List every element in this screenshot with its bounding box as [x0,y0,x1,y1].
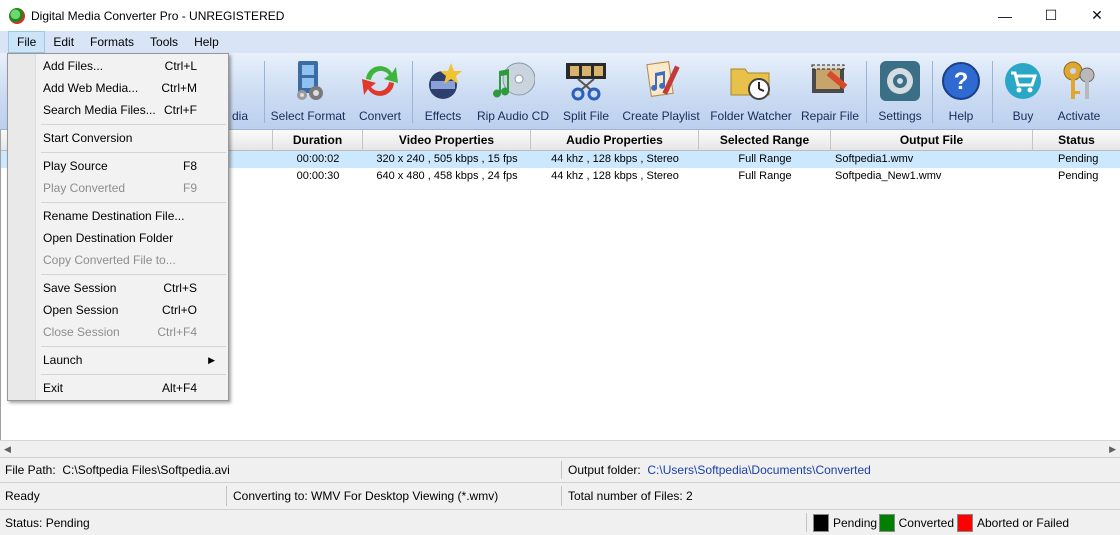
file-path-label: File Path: [5,463,56,477]
converting-to-text: Converting to: WMV For Desktop Viewing (… [233,489,499,503]
total-files-text: Total number of Files: 2 [568,489,693,503]
toolbar-buy-button[interactable]: Buy [1000,57,1046,127]
column-header-output-file[interactable]: Output File [831,130,1033,151]
failed-color-swatch [957,513,973,532]
menu-help[interactable]: Help [186,31,227,53]
menu-exit[interactable]: Exit Alt+F4 [37,377,227,399]
menu-open-session[interactable]: Open Session Ctrl+O [37,299,227,321]
scroll-left-icon[interactable]: ◀ [4,444,11,455]
window-title: Digital Media Converter Pro - UNREGISTER… [31,8,285,23]
toolbar-create-playlist-button[interactable]: Create Playlist [620,57,702,127]
shopping-cart-icon [1005,63,1041,99]
menu-search-media-files[interactable]: Search Media Files... Ctrl+F [37,99,227,121]
keys-icon [1063,61,1095,99]
legend-aborted: Aborted or Failed [952,510,1112,535]
column-header-status[interactable]: Status [1033,130,1120,151]
app-logo-icon [9,7,25,24]
converted-color-swatch [879,513,895,532]
help-question-icon: ? [942,62,980,100]
folder-clock-icon [730,68,770,100]
toolbar-convert-button[interactable]: Convert [352,57,408,127]
cell-output-file: Softpedia1.wmv [835,153,914,165]
ready-text: Ready [5,489,40,503]
menu-rename-destination[interactable]: Rename Destination File... [37,205,227,227]
cell-audio: 44 khz , 128 kbps , Stereo [551,153,679,165]
status-row-paths: File Path: C:\Softpedia Files\Softpedia.… [0,457,1120,482]
toolbar-settings-button[interactable]: Settings [872,57,928,127]
cell-output-file: Softpedia_New1.wmv [835,170,942,182]
close-button[interactable]: ✕ [1074,0,1120,31]
menu-edit[interactable]: Edit [45,31,82,53]
film-gear-icon [297,61,323,100]
cd-music-icon [493,62,535,98]
title-bar: Digital Media Converter Pro - UNREGISTER… [0,0,1120,31]
menu-formats[interactable]: Formats [82,31,142,53]
cell-range: Full Range [738,170,792,182]
pending-color-swatch [813,513,829,532]
menu-tools[interactable]: Tools [142,31,186,53]
output-folder-label: Output folder: [568,463,641,477]
playlist-icon [646,61,680,97]
menu-close-session[interactable]: Close Session Ctrl+F4 [37,321,227,343]
cell-duration: 00:00:30 [296,170,340,182]
menu-save-session[interactable]: Save Session Ctrl+S [37,277,227,299]
legend-converted: Converted [874,510,954,535]
status-text: Status: Pending [5,515,90,530]
cell-video: 320 x 240 , 505 kbps , 15 fps [376,153,518,165]
legend-pending: Pending [808,510,878,535]
toolbar-folder-watcher-button[interactable]: Folder Watcher [706,57,796,127]
convert-arrows-icon [362,66,398,96]
gear-icon [880,61,920,101]
menu-start-conversion[interactable]: Start Conversion [37,127,227,149]
toolbar-help-button[interactable]: ? Help [938,57,984,127]
horizontal-scrollbar[interactable]: ◀ ▶ [0,440,1120,457]
minimize-button[interactable]: — [982,0,1028,31]
cell-audio: 44 khz , 128 kbps , Stereo [551,170,679,182]
status-row-legend: Status: Pending Pending Converted Aborte… [0,509,1120,535]
toolbar-select-format-button[interactable]: Select Format [270,57,346,127]
output-folder-link[interactable]: C:\Users\Softpedia\Documents\Converted [647,463,870,477]
menu-add-files[interactable]: Add Files... Ctrl+L [37,55,227,77]
effects-star-icon [429,63,462,99]
menu-add-web-media[interactable]: Add Web Media... Ctrl+M [37,77,227,99]
cell-status: Pending [1058,153,1099,165]
menu-open-destination-folder[interactable]: Open Destination Folder [37,227,227,249]
column-header-selected-range[interactable]: Selected Range [699,130,831,151]
scissors-film-icon [566,63,606,101]
toolbar-effects-button[interactable]: Effects [416,57,470,127]
file-menu-dropdown: Add Files... Ctrl+L Add Web Media... Ctrl+… [7,53,229,401]
cell-status: Pending [1058,170,1099,182]
scroll-right-icon[interactable]: ▶ [1109,444,1116,455]
column-header-audio-properties[interactable]: Audio Properties [531,130,699,151]
column-header-video-properties[interactable]: Video Properties [363,130,531,151]
menu-file[interactable]: File [8,31,46,53]
maximize-button[interactable]: ☐ [1028,0,1074,31]
cell-video: 640 x 480 , 458 kbps , 24 fps [376,170,518,182]
menu-play-source[interactable]: Play Source F8 [37,155,227,177]
menu-play-converted[interactable]: Play Converted F9 [37,177,227,199]
toolbar-split-file-button[interactable]: Split File [558,57,614,127]
submenu-arrow-icon: ▶ [208,355,215,365]
column-header-duration[interactable]: Duration [273,130,363,151]
svg-text:?: ? [954,68,969,95]
menu-bar: File Edit Formats Tools Help [0,31,1120,53]
menu-copy-converted-file[interactable]: Copy Converted File to... [37,249,227,271]
status-row-info: Ready Converting to: WMV For Desktop Vie… [0,482,1120,509]
menu-launch[interactable]: Launch ▶ [37,349,227,371]
cell-duration: 00:00:02 [296,153,340,165]
toolbar-activate-button[interactable]: Activate [1054,57,1104,127]
cell-range: Full Range [738,153,792,165]
toolbar-repair-file-button[interactable]: Repair File [800,57,860,127]
repair-wrench-icon [811,64,848,93]
toolbar-rip-audio-cd-button[interactable]: Rip Audio CD [474,57,552,127]
file-path-value: C:\Softpedia Files\Softpedia.avi [62,463,230,477]
